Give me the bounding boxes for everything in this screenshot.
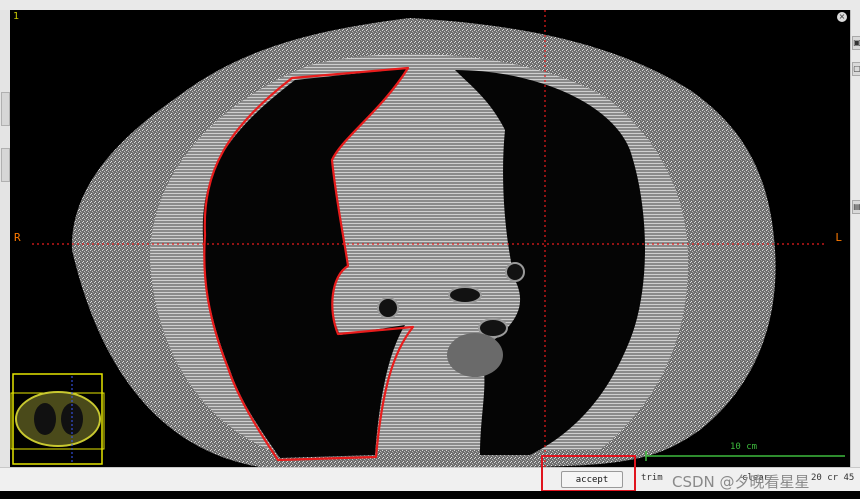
vessel-2	[377, 297, 399, 319]
thumbnail-lung-left	[34, 403, 56, 435]
orientation-right-label: R	[14, 231, 21, 244]
thumbnail-lung-right	[61, 403, 83, 435]
ct-scan-image	[10, 10, 845, 467]
left-splitter-handle-2[interactable]	[1, 148, 10, 182]
thumbnail-image	[15, 391, 101, 447]
tool-icon[interactable]: ▣	[852, 36, 860, 50]
scale-bar-label: 10 cm	[730, 442, 758, 452]
trim-button[interactable]: trim	[641, 473, 663, 483]
tool-icon-3[interactable]: ▤	[852, 200, 860, 214]
accept-button[interactable]: accept	[561, 471, 623, 488]
left-splitter-handle[interactable]	[1, 92, 10, 126]
status-tail-text: 20 cr 45	[811, 473, 855, 483]
close-icon[interactable]: ×	[837, 12, 847, 22]
tool-icon-2[interactable]: ▢	[852, 62, 860, 76]
vessel-1	[505, 262, 525, 282]
vessel-3	[448, 286, 482, 304]
watermark: CSDN @夕晚看星星	[672, 473, 810, 491]
status-bar: accept trim clear 20 cr 45 CSDN @夕晚看星星	[0, 467, 860, 492]
right-toolbar: ▣ ▢ ▤	[850, 10, 860, 467]
image-viewer[interactable]: 1 R L 10 cm ×	[10, 10, 850, 467]
orientation-left-label: L	[835, 231, 842, 244]
heart-region	[447, 333, 503, 377]
view-index-label: 1	[13, 11, 20, 22]
bottom-bar	[0, 491, 860, 499]
